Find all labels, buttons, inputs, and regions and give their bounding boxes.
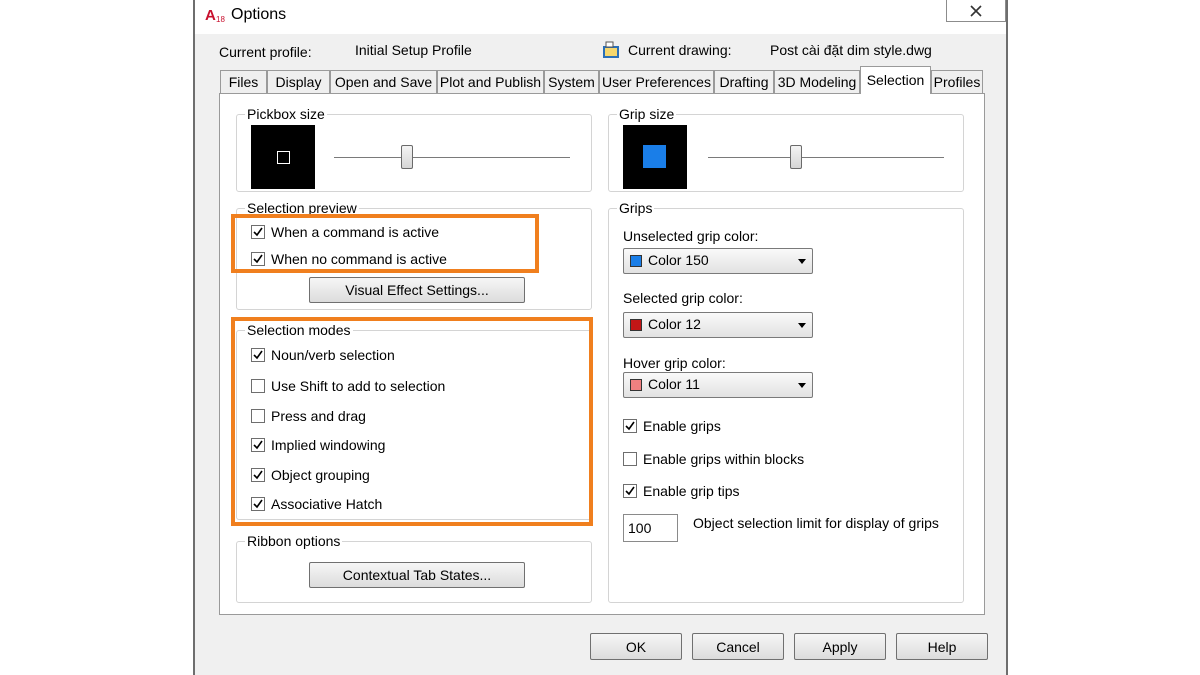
apply-button[interactable]: Apply: [794, 633, 886, 660]
tab-3d-modeling[interactable]: 3D Modeling: [774, 70, 860, 93]
hover-grip-color-label: Hover grip color:: [623, 355, 726, 371]
chevron-down-icon: [798, 383, 806, 388]
selected-grip-color-label: Selected grip color:: [623, 290, 743, 306]
app-icon-version: 18: [216, 15, 225, 24]
pickbox-size-group: Pickbox size: [236, 106, 592, 192]
selection-modes-highlight: [231, 317, 593, 526]
tab-files[interactable]: Files: [220, 70, 267, 93]
visual-effect-settings-button[interactable]: Visual Effect Settings...: [309, 277, 525, 303]
grip-size-preview: [623, 125, 687, 189]
close-button[interactable]: [946, 0, 1006, 22]
current-profile-value: Initial Setup Profile: [355, 42, 472, 58]
grip-limit-input[interactable]: 100: [623, 514, 678, 542]
drawing-file-icon: [601, 40, 621, 60]
selected-grip-color-select[interactable]: Color 12: [623, 312, 813, 338]
current-profile-label: Current profile:: [219, 44, 312, 60]
enable-grips-within-blocks-checkbox[interactable]: [623, 452, 637, 466]
autocad-app-icon: A 18: [205, 5, 225, 25]
chevron-down-icon: [798, 323, 806, 328]
enable-grips-within-blocks-label: Enable grips within blocks: [643, 451, 805, 467]
selection-preview-highlight: [231, 214, 539, 273]
color-swatch-icon: [630, 319, 642, 331]
unselected-grip-color-select[interactable]: Color 150: [623, 248, 813, 274]
app-icon-letter: A: [205, 7, 216, 24]
cancel-button[interactable]: Cancel: [692, 633, 784, 660]
color-swatch-icon: [630, 379, 642, 391]
grips-group: Grips Unselected grip color: Color 150 S…: [608, 200, 964, 603]
options-dialog: A 18 Options Current profile: Initial Se…: [193, 0, 1008, 675]
tab-profiles[interactable]: Profiles: [931, 70, 983, 93]
grip-size-slider-track[interactable]: [708, 157, 944, 158]
current-drawing-value: Post cài đặt dim style.dwg: [770, 42, 932, 58]
title-bar: A 18 Options: [195, 0, 1006, 34]
color-swatch-icon: [630, 255, 642, 267]
unselected-grip-color-label: Unselected grip color:: [623, 228, 759, 244]
tab-display[interactable]: Display: [267, 70, 330, 93]
tab-drafting[interactable]: Drafting: [714, 70, 774, 93]
grip-square-icon: [643, 145, 666, 168]
pickbox-slider-thumb[interactable]: [401, 145, 413, 169]
enable-grip-tips-checkbox[interactable]: [623, 484, 637, 498]
tab-plot-and-publish[interactable]: Plot and Publish: [437, 70, 544, 93]
tab-system[interactable]: System: [544, 70, 599, 93]
pickbox-size-title: Pickbox size: [245, 106, 327, 122]
grip-size-title: Grip size: [617, 106, 677, 122]
hover-grip-color-select[interactable]: Color 11: [623, 372, 813, 398]
grip-size-slider-thumb[interactable]: [790, 145, 802, 169]
grip-size-group: Grip size: [608, 106, 964, 192]
enable-grip-tips-label: Enable grip tips: [643, 483, 740, 499]
contextual-tab-states-button[interactable]: Contextual Tab States...: [309, 562, 525, 588]
unselected-grip-color-value: Color 150: [648, 252, 709, 268]
tab-selection[interactable]: Selection: [860, 66, 931, 94]
tab-user-preferences[interactable]: User Preferences: [599, 70, 714, 93]
enable-grips-checkbox[interactable]: [623, 419, 637, 433]
hover-grip-color-value: Color 11: [648, 376, 700, 392]
grips-title: Grips: [617, 200, 655, 216]
selection-tab-page: Pickbox size Grip size Selection preview…: [219, 93, 985, 615]
help-button[interactable]: Help: [896, 633, 988, 660]
ok-button[interactable]: OK: [590, 633, 682, 660]
enable-grips-label: Enable grips: [643, 418, 721, 434]
ribbon-options-group: Ribbon options Contextual Tab States...: [236, 533, 592, 603]
window-title: Options: [231, 6, 287, 23]
grip-limit-label: Object selection limit for display of gr…: [693, 515, 939, 531]
chevron-down-icon: [798, 259, 806, 264]
pickbox-square-icon: [277, 151, 290, 164]
close-icon: [970, 4, 982, 17]
selected-grip-color-value: Color 12: [648, 316, 701, 332]
checkmark-icon: [625, 486, 635, 496]
pickbox-preview: [251, 125, 315, 189]
checkmark-icon: [625, 421, 635, 431]
grip-limit-value: 100: [628, 520, 652, 536]
tab-open-and-save[interactable]: Open and Save: [330, 70, 437, 93]
current-drawing-label: Current drawing:: [628, 42, 732, 58]
ribbon-options-title: Ribbon options: [245, 533, 343, 549]
pickbox-slider-track[interactable]: [334, 157, 570, 158]
